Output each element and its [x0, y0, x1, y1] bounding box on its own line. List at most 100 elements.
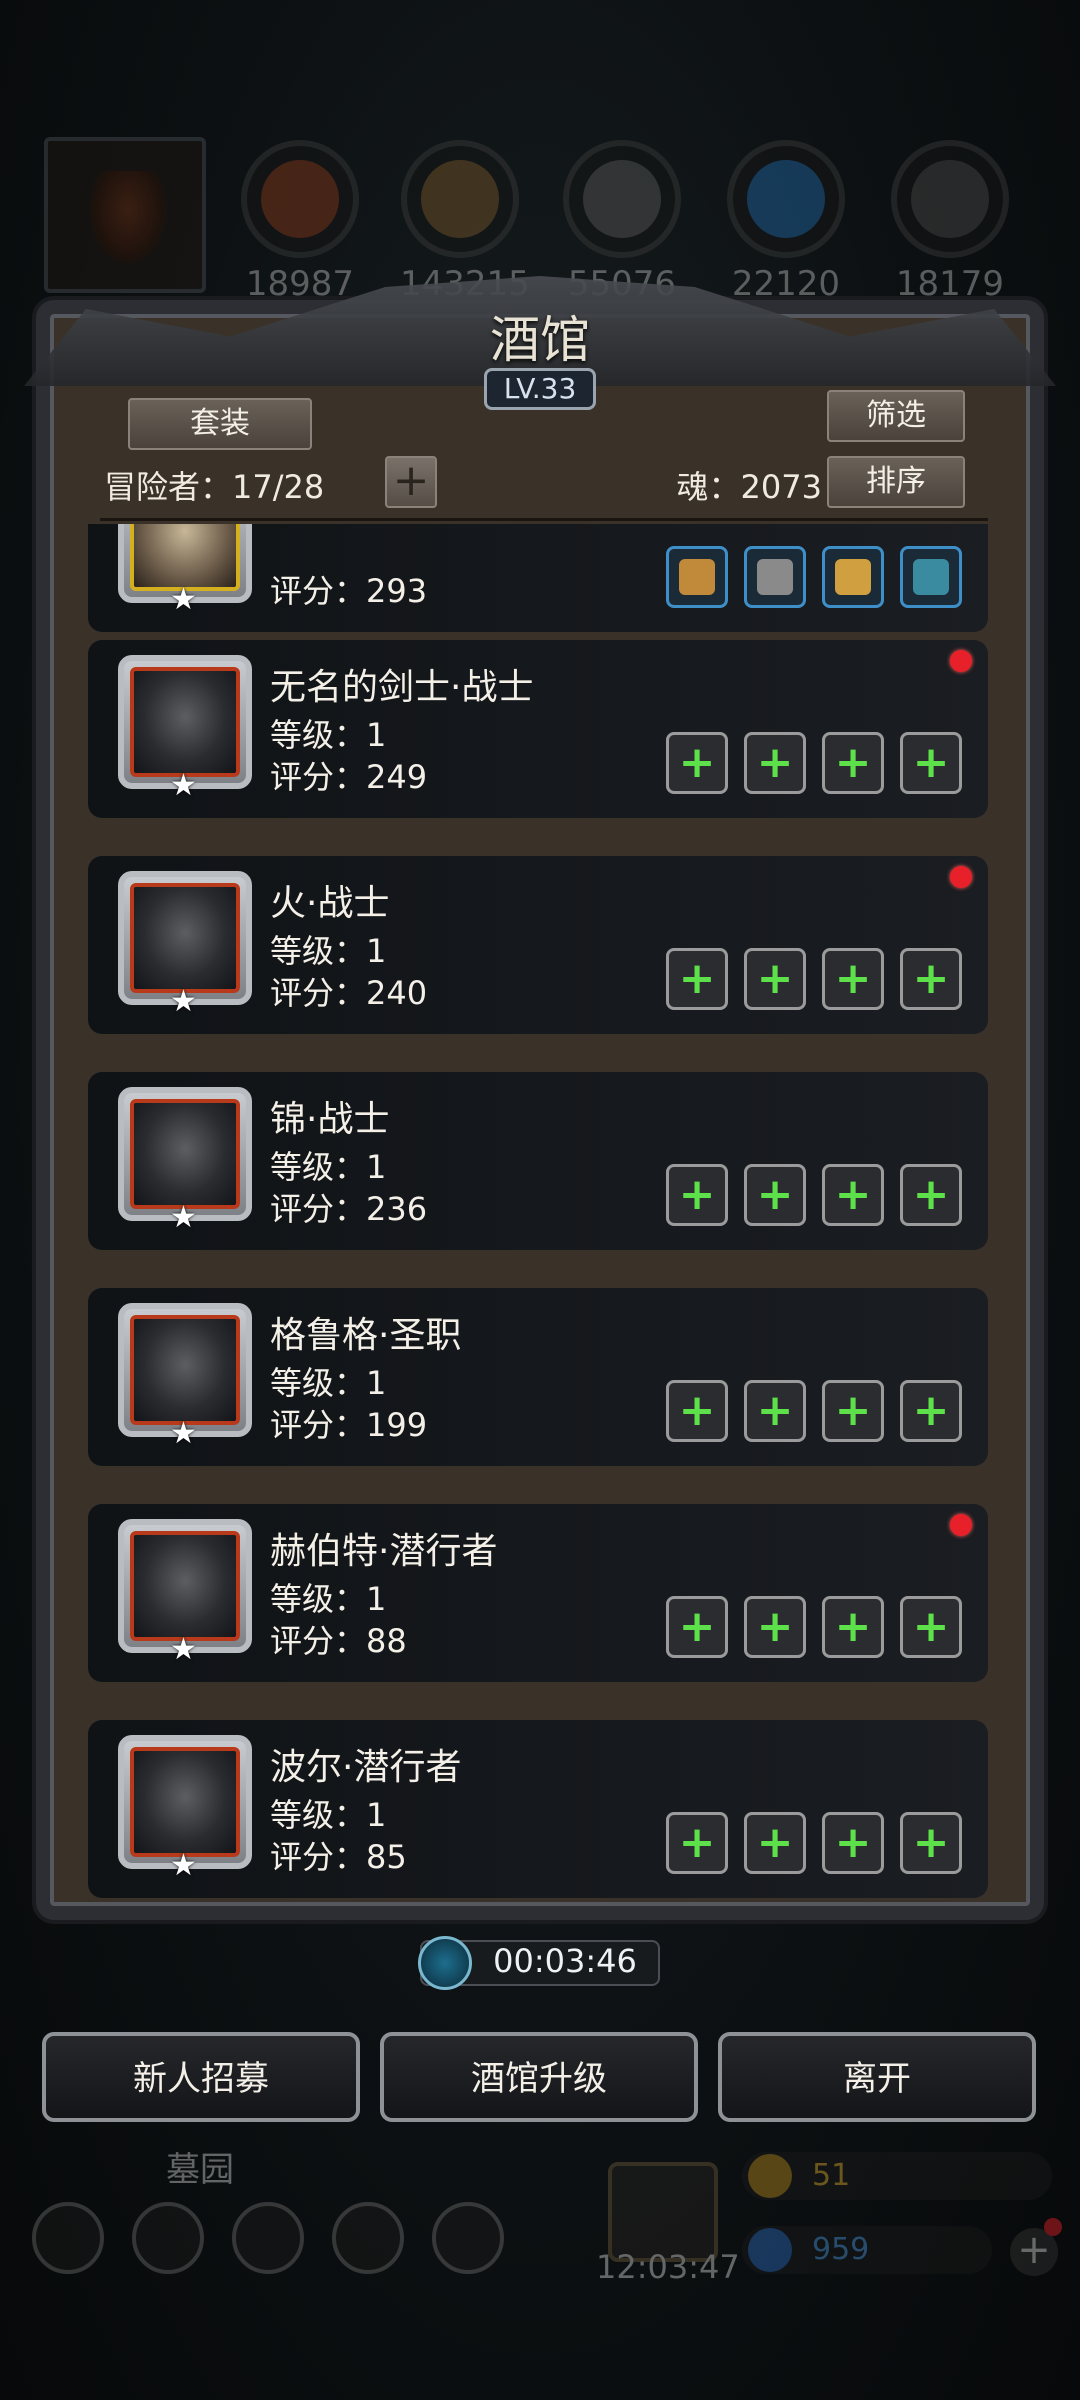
hero-level: 等级：1 [270, 1580, 387, 1618]
resource-value: 18987 [245, 264, 355, 304]
ring-slot-icon[interactable]: + [900, 948, 962, 1010]
armor-slot-icon[interactable]: + [744, 1596, 806, 1658]
settings-icon [32, 2202, 104, 2274]
star-icon: ★ [170, 1200, 197, 1235]
hero-name: 火·战士 [270, 883, 390, 924]
hero-level: 等级：1 [270, 1364, 387, 1402]
armor-slot-icon[interactable]: + [744, 1164, 806, 1226]
add-equipment-icon: + [912, 1601, 950, 1652]
hero-row[interactable]: ★ 锦·战士 等级：1 评分：236 + + + + [88, 1072, 988, 1250]
stone-icon [563, 140, 681, 258]
resource-bar: 18987 143215 55076 22120 18179 [0, 135, 1080, 304]
weapon-slot-icon[interactable]: + [666, 732, 728, 794]
accessory-slot-icon[interactable]: + [822, 1380, 884, 1442]
armor-slot-icon[interactable]: + [744, 1380, 806, 1442]
hero-list[interactable]: ★ 评分：293 ★ 无名的剑士·战士 等级：1 评分：249 + + + + ★ 火·战士 等级：1 评… [88, 524, 990, 1919]
clock-icon [418, 1936, 472, 1990]
hero-score: 评分：88 [270, 1622, 407, 1660]
hero-name: 锦·战士 [270, 1099, 390, 1140]
hero-name: 无名的剑士·战士 [270, 667, 534, 708]
accessory-slot-icon[interactable]: + [822, 732, 884, 794]
alert-dot [950, 650, 972, 672]
map-icon [432, 2202, 504, 2274]
add-capacity-button[interactable]: + [385, 456, 437, 508]
equipment-slots: + + + + [666, 1812, 962, 1874]
hero-level: 等级：1 [270, 1148, 387, 1186]
armor-slot-icon[interactable]: + [744, 732, 806, 794]
star-icon: ★ [170, 1632, 197, 1667]
ring-slot-icon[interactable]: + [900, 1812, 962, 1874]
hero-name: 赫伯特·潜行者 [270, 1531, 498, 1572]
add-equipment-icon: + [912, 1817, 950, 1868]
add-equipment-icon: + [678, 1169, 716, 1220]
hero-score: 评分：85 [270, 1838, 407, 1876]
weapon-slot-icon[interactable]: + [666, 1164, 728, 1226]
ring-slot-icon[interactable]: + [900, 1596, 962, 1658]
weapon-slot-icon[interactable]: + [666, 948, 728, 1010]
gold-coin-icon [748, 2154, 792, 2198]
alert-dot [950, 1514, 972, 1536]
hero-score: 评分：293 [270, 572, 428, 610]
gold-currency: 51 [742, 2152, 1052, 2200]
resource-crystal: 22120 [726, 140, 846, 304]
add-equipment-icon: + [834, 1385, 872, 1436]
armor-slot-icon[interactable]: + [744, 948, 806, 1010]
recruit-button[interactable]: 新人招募 [42, 2032, 360, 2122]
gem-value: 959 [812, 2232, 870, 2267]
accessory-slot-icon[interactable] [822, 546, 884, 608]
hero-row[interactable]: ★ 评分：293 [88, 524, 988, 632]
panel-title: 酒馆 [490, 311, 590, 369]
ring-slot-icon[interactable]: + [900, 1380, 962, 1442]
set-button[interactable]: 套装 [128, 398, 312, 450]
accessory-slot-icon[interactable]: + [822, 1164, 884, 1226]
ring-slot-icon[interactable]: + [900, 1164, 962, 1226]
add-equipment-icon: + [912, 737, 950, 788]
star-icon: ★ [170, 582, 197, 617]
mail-icon [332, 2202, 404, 2274]
hero-row[interactable]: ★ 格鲁格·圣职 等级：1 评分：199 + + + + [88, 1288, 988, 1466]
add-equipment-icon: + [678, 953, 716, 1004]
player-portrait[interactable] [44, 137, 206, 293]
add-equipment-icon: + [678, 1385, 716, 1436]
filter-button[interactable]: 筛选 [827, 390, 965, 442]
accessory-slot-icon[interactable]: + [822, 1596, 884, 1658]
weapon-slot-icon[interactable]: + [666, 1596, 728, 1658]
gift-icon [608, 2162, 718, 2262]
tavern-level-badge: LV.33 [484, 368, 596, 410]
hero-row[interactable]: ★ 无名的剑士·战士 等级：1 评分：249 + + + + [88, 640, 988, 818]
add-equipment-icon: + [756, 953, 794, 1004]
armor-slot-icon[interactable] [744, 546, 806, 608]
hero-level: 等级：1 [270, 932, 387, 970]
ring-slot-icon[interactable] [900, 546, 962, 608]
sort-button[interactable]: 排序 [827, 456, 965, 508]
hero-score: 评分：249 [270, 758, 428, 796]
equipment-slots: + + + + [666, 948, 962, 1010]
area-name: 墓园 [166, 2150, 234, 2190]
hero-row[interactable]: ★ 波尔·潜行者 等级：1 评分：85 + + + + [88, 1720, 988, 1898]
accessory-slot-icon[interactable]: + [822, 948, 884, 1010]
accessory-slot-icon[interactable]: + [822, 1812, 884, 1874]
ring-slot-icon[interactable]: + [900, 732, 962, 794]
resource-value: 18179 [895, 264, 1005, 304]
weapon-slot-icon[interactable]: + [666, 1812, 728, 1874]
weapon-slot-icon[interactable] [666, 546, 728, 608]
meat-icon [241, 140, 359, 258]
leave-button[interactable]: 离开 [718, 2032, 1036, 2122]
hero-row[interactable]: ★ 火·战士 等级：1 评分：240 + + + + [88, 856, 988, 1034]
add-equipment-icon: + [678, 1817, 716, 1868]
add-equipment-icon: + [912, 1385, 950, 1436]
add-equipment-icon: + [834, 1169, 872, 1220]
background-hud: 墓园 12:03:47 51 959 + [0, 2130, 1080, 2400]
hero-row[interactable]: ★ 赫伯特·潜行者 等级：1 评分：88 + + + + [88, 1504, 988, 1682]
star-icon: ★ [170, 984, 197, 1019]
hero-level: 等级：1 [270, 716, 387, 754]
star-icon: ★ [170, 1416, 197, 1451]
armor-slot-icon[interactable]: + [744, 1812, 806, 1874]
add-equipment-icon: + [912, 953, 950, 1004]
weapon-slot-icon[interactable]: + [666, 1380, 728, 1442]
resource-value: 22120 [731, 264, 841, 304]
upgrade-tavern-button[interactable]: 酒馆升级 [380, 2032, 698, 2122]
wood-icon [401, 140, 519, 258]
resource-iron: 18179 [890, 140, 1010, 304]
hero-score: 评分：199 [270, 1406, 428, 1444]
